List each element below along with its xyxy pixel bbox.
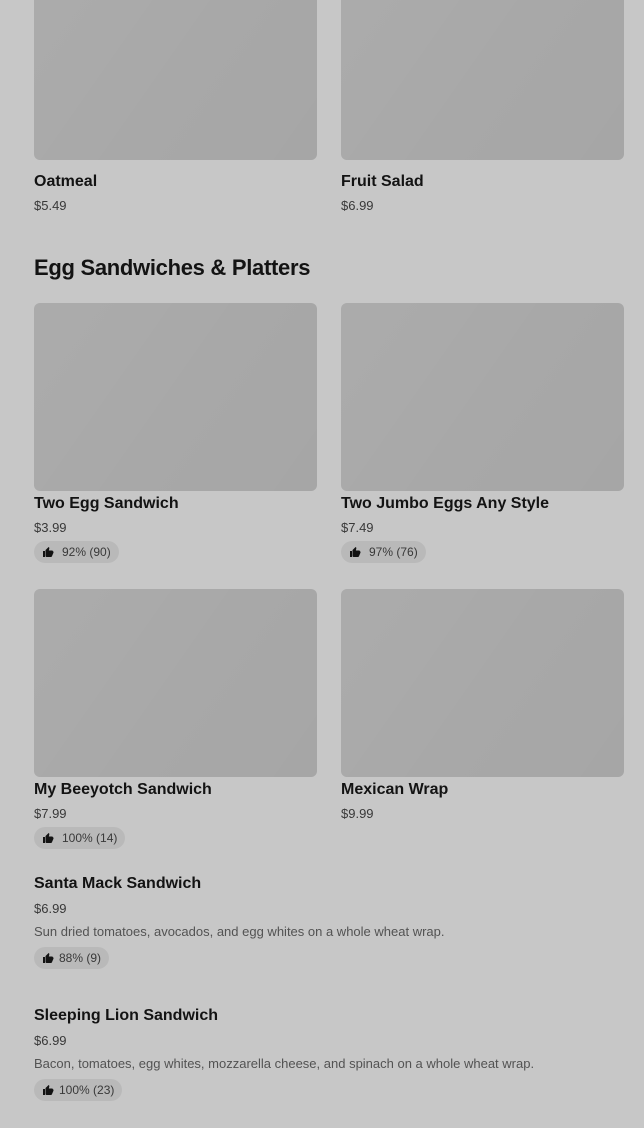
item-image xyxy=(34,303,317,491)
rating-badge: 88% (9) xyxy=(34,947,110,969)
item-name: Sleeping Lion Sandwich xyxy=(34,1007,219,1024)
thumbs-up-icon xyxy=(350,547,361,557)
rating-text: 92% (90) xyxy=(62,545,111,559)
rating-text: 97% (76) xyxy=(369,545,418,559)
item-description: Sun dried tomatoes, avocados, and egg wh… xyxy=(34,924,445,939)
item-price: $6.99 xyxy=(34,901,67,916)
thumbs-up-icon xyxy=(43,547,54,557)
item-image xyxy=(34,589,317,777)
menu-page: Oatmeal $5.49 Fruit Salad $6.99 Egg Sand… xyxy=(0,0,644,1128)
item-image xyxy=(34,0,317,160)
item-name: Oatmeal xyxy=(34,173,98,190)
menu-list-item[interactable]: Santa Mack Sandwich $6.99 Sun dried toma… xyxy=(34,875,624,969)
item-name: Santa Mack Sandwich xyxy=(34,875,202,892)
item-name: Two Egg Sandwich xyxy=(34,495,179,512)
item-description: Bacon, tomatoes, egg whites, mozzarella … xyxy=(34,1056,535,1071)
rating-badge: 100% (14) xyxy=(34,827,126,849)
item-name: My Beeyotch Sandwich xyxy=(34,781,212,798)
item-price: $7.49 xyxy=(341,520,374,535)
item-image xyxy=(341,0,624,160)
item-name: Two Jumbo Eggs Any Style xyxy=(341,495,550,512)
menu-list-item[interactable]: Sleeping Lion Sandwich $6.99 Bacon, toma… xyxy=(34,1007,624,1101)
item-price: $6.99 xyxy=(34,1033,67,1048)
rating-text: 88% (9) xyxy=(59,951,102,965)
rating-text: 100% (14) xyxy=(62,831,118,845)
rating-badge: 100% (23) xyxy=(34,1079,123,1101)
item-image xyxy=(341,589,624,777)
thumbs-up-icon xyxy=(43,953,54,963)
thumbs-up-icon xyxy=(43,1085,54,1095)
thumbs-up-icon xyxy=(43,833,54,843)
section-title: Egg Sandwiches & Platters xyxy=(34,255,311,280)
item-price: $7.99 xyxy=(34,806,67,821)
item-price: $9.99 xyxy=(341,806,374,821)
item-price: $3.99 xyxy=(34,520,67,535)
item-price: $5.49 xyxy=(34,198,67,213)
item-name: Mexican Wrap xyxy=(341,781,449,798)
rating-text: 100% (23) xyxy=(59,1083,115,1097)
rating-badge: 97% (76) xyxy=(341,541,426,563)
rating-badge: 92% (90) xyxy=(34,541,119,563)
item-price: $6.99 xyxy=(341,198,374,213)
item-name: Fruit Salad xyxy=(341,173,424,190)
item-image xyxy=(341,303,624,491)
